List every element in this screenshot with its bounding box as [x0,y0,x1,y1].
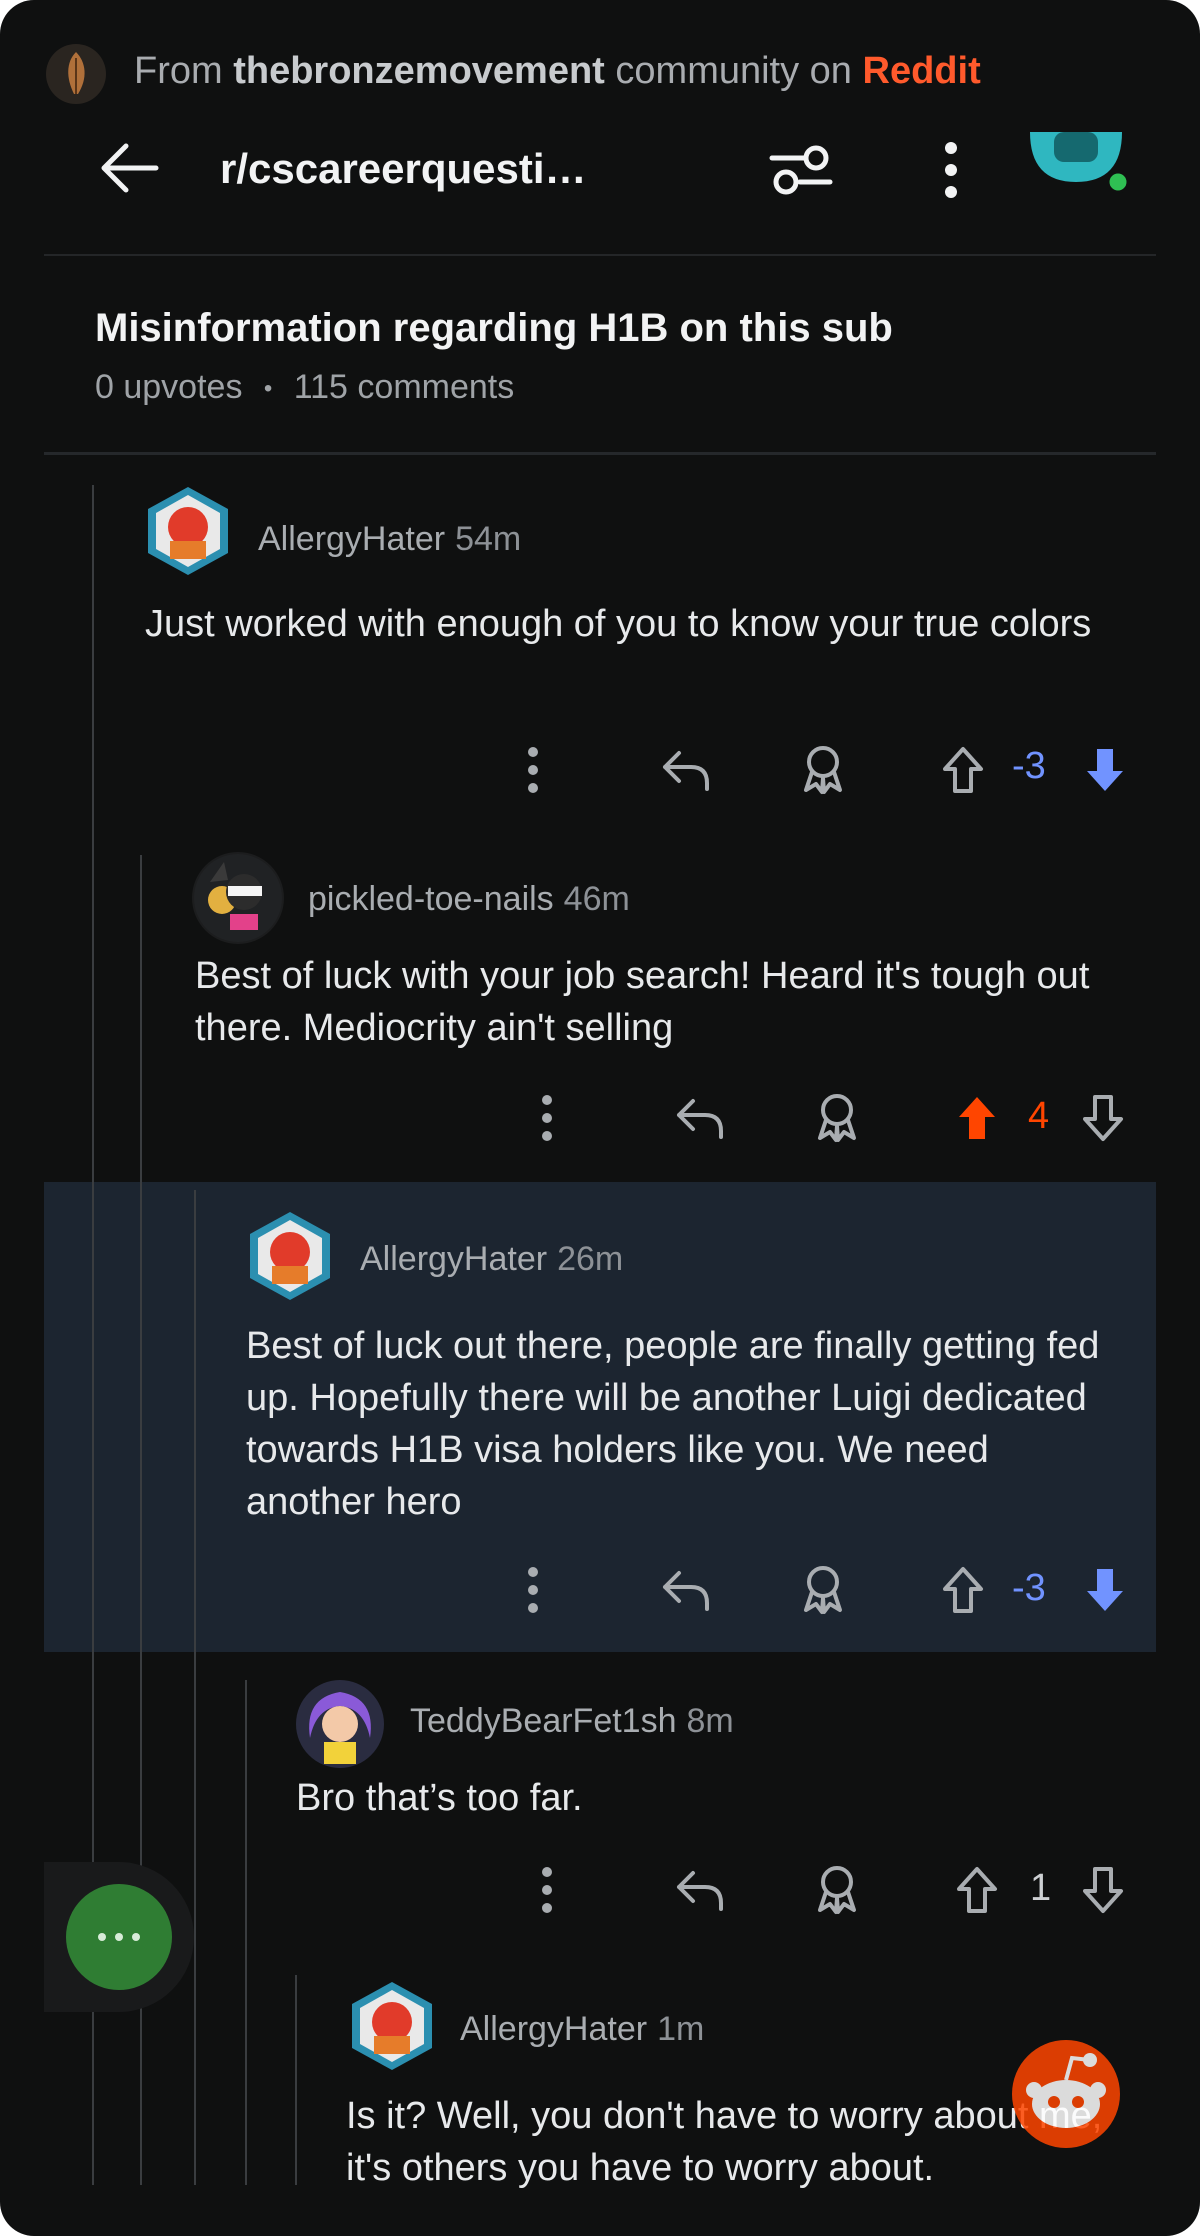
more-options-icon[interactable] [530,1862,564,1918]
upvote-icon[interactable] [952,1090,1002,1146]
comment-username[interactable]: AllergyHater 1m [460,2010,704,2049]
upvote-icon[interactable] [938,742,988,798]
upvote-icon[interactable] [952,1862,1002,1918]
more-options-icon[interactable] [516,742,550,798]
comment-username[interactable]: pickled-toe-nails 46m [308,880,630,919]
more-options-icon[interactable] [516,1562,550,1618]
app-screen: From thebronzemovement community on Redd… [0,0,1200,2236]
reply-icon[interactable] [660,744,712,796]
award-icon[interactable] [798,742,848,798]
comment-time: 8m [686,1702,734,1740]
sort-filter-icon[interactable] [766,140,836,200]
thread-line [194,1190,196,2185]
user-avatar[interactable] [1024,110,1134,196]
vote-score: 1 [1030,1867,1052,1909]
community-banner: From thebronzemovement community on Redd… [0,0,1200,140]
comment-count: 115 comments [293,368,515,406]
community-logo-icon [46,44,106,104]
comment-time: 54m [455,520,522,558]
post-meta: 0 upvotes • 115 comments [95,368,514,407]
banner-text: From thebronzemovement community on Redd… [134,50,981,92]
award-icon[interactable] [798,1562,848,1618]
award-icon[interactable] [812,1090,862,1146]
community-name[interactable]: thebronzemovement [233,50,605,92]
downvote-icon[interactable] [1078,1090,1128,1146]
more-options-icon[interactable] [530,1090,564,1146]
upvote-icon[interactable] [938,1562,988,1618]
comment-username[interactable]: TeddyBearFet1sh 8m [410,1702,734,1741]
vote-score: 4 [1028,1095,1050,1137]
header-divider [44,254,1156,256]
comment-time: 46m [563,880,630,918]
avatar[interactable] [242,1208,338,1304]
subreddit-title[interactable]: r/cscareerquesti… [220,145,587,193]
back-arrow-icon[interactable] [96,138,166,198]
meta-separator: • [263,375,273,403]
comment-time: 1m [657,2010,705,2048]
thread-line [245,1680,247,2185]
downvote-icon[interactable] [1078,1862,1128,1918]
award-icon[interactable] [812,1862,862,1918]
post-divider [44,452,1156,455]
comment-text: Just worked with enough of you to know y… [145,603,1092,645]
platform-name: Reddit [862,50,981,92]
reply-icon[interactable] [674,1864,726,1916]
reddit-snoo-icon [1012,2040,1120,2148]
reply-icon[interactable] [674,1092,726,1144]
reply-icon[interactable] [660,1564,712,1616]
more-vertical-icon[interactable] [936,138,966,202]
avatar[interactable] [140,483,236,579]
downvote-icon[interactable] [1080,1562,1130,1618]
upvote-count: 0 upvotes [95,368,243,406]
avatar[interactable] [294,1678,386,1770]
comment-text: Bro that’s too far. [296,1777,583,1819]
comment-text: Best of luck out there, people are final… [246,1325,1100,1523]
comment-username[interactable]: AllergyHater 26m [360,1240,623,1279]
comment-text: Best of luck with your job search! Heard… [195,955,1090,1049]
vote-score: -3 [1012,1567,1046,1609]
post-title[interactable]: Misinformation regarding H1B on this sub [95,306,893,351]
avatar[interactable] [192,852,284,944]
more-actions-button[interactable] [66,1884,172,1990]
vote-score: -3 [1012,745,1046,787]
avatar[interactable] [344,1978,440,2074]
downvote-icon[interactable] [1080,742,1130,798]
comment-username[interactable]: AllergyHater 54m [258,520,521,559]
comment-time: 26m [557,1240,624,1278]
thread-line [295,1975,297,2185]
